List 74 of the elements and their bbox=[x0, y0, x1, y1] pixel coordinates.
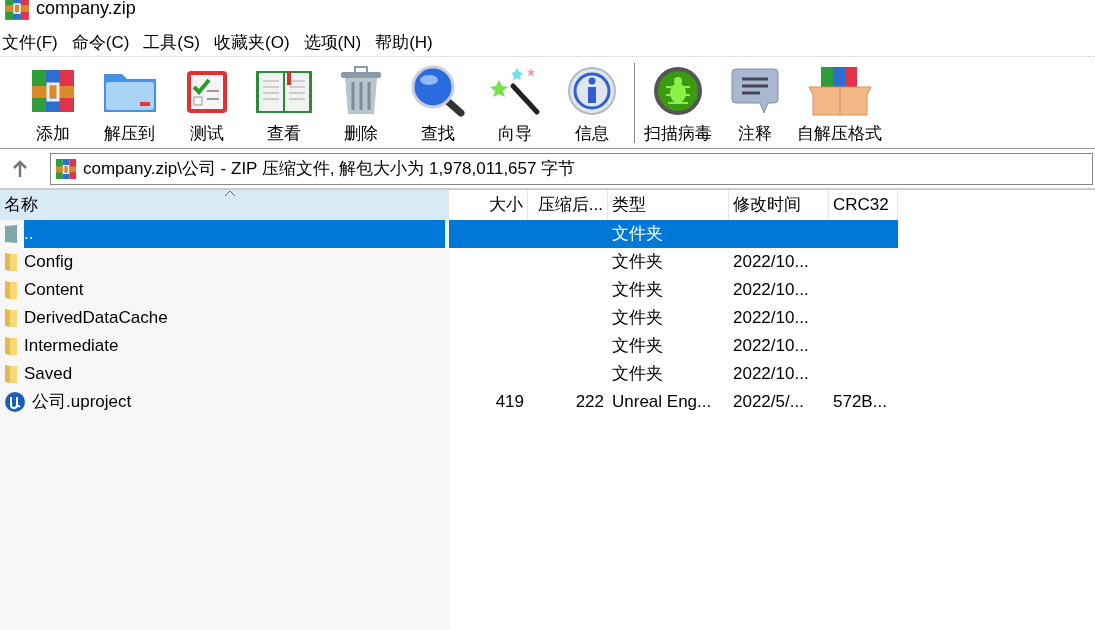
toolbar-button[interactable]: 注释 bbox=[716, 60, 793, 145]
toolbar-button[interactable]: 删除 bbox=[322, 60, 399, 145]
file-row[interactable]: 公司.uproject 419 222 Unreal Eng... 2022/5/... 572B... bbox=[0, 388, 1095, 416]
file-name: Config bbox=[24, 251, 75, 274]
table-cell-text: 2022/10... bbox=[733, 335, 809, 358]
toolbar-button[interactable]: 添加 bbox=[14, 60, 91, 145]
trash-can-icon bbox=[338, 65, 383, 116]
menu-item[interactable]: 帮助(H) bbox=[375, 32, 433, 54]
up-arrow-icon bbox=[12, 159, 28, 178]
column-label: 类型 bbox=[612, 195, 646, 214]
toolbar-button[interactable]: 扫描病毒 bbox=[639, 60, 716, 145]
file-row[interactable]: Intermediate 文件夹 2022/10... bbox=[0, 332, 1095, 360]
toolbar-button[interactable]: 信息 bbox=[553, 60, 630, 145]
file-row[interactable]: Config 文件夹 2022/10... bbox=[0, 248, 1095, 276]
table-cell-text: 572B... bbox=[833, 391, 887, 414]
folder-icon bbox=[4, 280, 18, 300]
bug-icon bbox=[651, 64, 704, 117]
address-field[interactable]: company.zip\公司 - ZIP 压缩文件, 解包大小为 1,978,011,657 字节 bbox=[50, 152, 1093, 185]
column-label: 名称 bbox=[4, 195, 38, 214]
table-cell-text: 222 bbox=[575, 391, 604, 414]
app-logo-icon bbox=[4, 0, 30, 21]
box-with-books-icon bbox=[806, 64, 873, 117]
menu-item[interactable]: 收藏夹(O) bbox=[214, 32, 290, 54]
column-header[interactable]: 名称 bbox=[0, 190, 449, 220]
toolbar-button[interactable]: 自解压格式 bbox=[793, 60, 886, 145]
file-row[interactable]: DerivedDataCache 文件夹 2022/10... bbox=[0, 304, 1095, 332]
table-cell-text: 文件夹 bbox=[612, 307, 663, 330]
toolbar-button[interactable]: 解压到 bbox=[91, 60, 168, 145]
column-label: 修改时间 bbox=[733, 195, 801, 214]
window-title: company.zip bbox=[36, 0, 136, 18]
file-name: 公司.uproject bbox=[32, 391, 133, 414]
toolbar-button[interactable]: 查看 bbox=[245, 60, 322, 145]
file-name: Saved bbox=[24, 363, 74, 386]
toolbar-button[interactable]: 向导 bbox=[476, 60, 553, 145]
file-row[interactable]: Saved 文件夹 2022/10... bbox=[0, 360, 1095, 388]
file-name: Intermediate bbox=[24, 335, 120, 358]
table-cell-text: 2022/10... bbox=[733, 251, 809, 274]
table-cell-text: 文件夹 bbox=[612, 279, 663, 302]
table-cell-text: 文件夹 bbox=[612, 223, 663, 246]
file-row[interactable]: Content 文件夹 2022/10... bbox=[0, 276, 1095, 304]
toolbar-button[interactable]: 查找 bbox=[399, 60, 476, 145]
info-icon bbox=[566, 65, 617, 116]
unreal-logo-icon bbox=[4, 391, 26, 413]
table-cell-text: 2022/10... bbox=[733, 363, 809, 386]
archive-icon bbox=[55, 157, 77, 180]
speech-bubble-icon bbox=[729, 66, 780, 115]
file-name: DerivedDataCache bbox=[24, 307, 169, 330]
search-icon bbox=[410, 64, 465, 117]
menu-item[interactable]: 文件(F) bbox=[2, 32, 58, 54]
sort-caret-icon bbox=[224, 190, 236, 197]
folder-icon bbox=[4, 308, 18, 328]
file-name: Content bbox=[24, 279, 85, 302]
archive-books-icon bbox=[29, 67, 76, 114]
table-cell-text: 2022/10... bbox=[733, 307, 809, 330]
file-name: .. bbox=[24, 220, 445, 248]
table-cell-text: 文件夹 bbox=[612, 363, 663, 386]
column-label: CRC32 bbox=[833, 195, 889, 214]
toolbar-button[interactable]: 测试 bbox=[168, 60, 245, 145]
column-label: 大小 bbox=[489, 195, 523, 214]
folder-icon bbox=[4, 336, 18, 356]
folder-icon bbox=[4, 252, 18, 272]
table-cell-text: 2022/10... bbox=[733, 279, 809, 302]
table-cell-text: 2022/5/... bbox=[733, 391, 804, 414]
menu-item[interactable]: 命令(C) bbox=[71, 32, 130, 54]
file-row[interactable]: .. 文件夹 bbox=[0, 220, 1095, 248]
menu-item[interactable]: 工具(S) bbox=[143, 32, 200, 54]
menu-item[interactable]: 选项(N) bbox=[303, 32, 362, 54]
table-cell-text: 文件夹 bbox=[612, 335, 663, 358]
table-cell-text: Unreal Eng... bbox=[612, 391, 712, 414]
table-cell-text: 文件夹 bbox=[612, 251, 663, 274]
table-cell-text: 419 bbox=[495, 391, 524, 414]
folder-icon bbox=[4, 224, 18, 244]
column-label: 压缩后... bbox=[537, 195, 603, 214]
folder-icon bbox=[4, 364, 18, 384]
